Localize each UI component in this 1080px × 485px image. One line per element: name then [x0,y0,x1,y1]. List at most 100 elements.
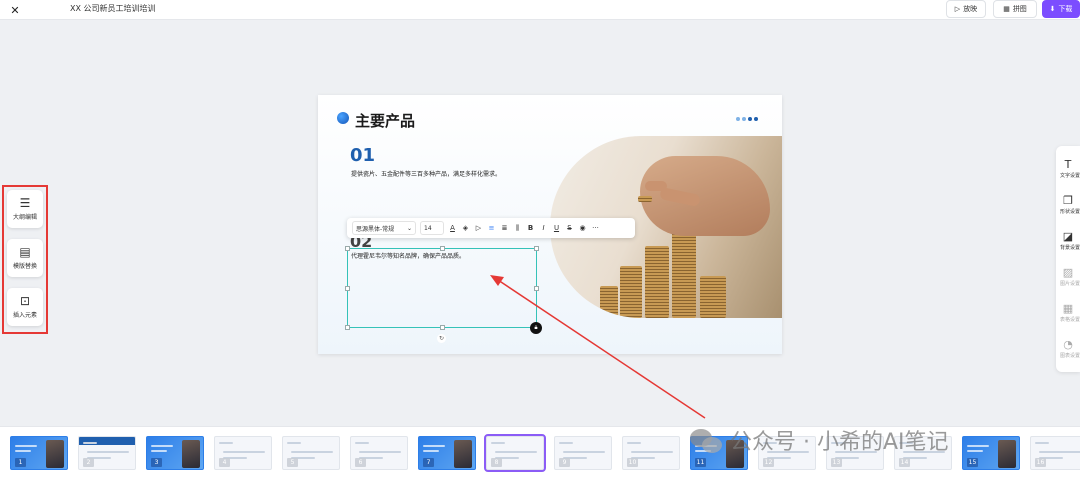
text-direction-icon[interactable]: ⫼ [513,224,522,232]
slide-thumbnail[interactable]: 8 [484,434,546,472]
slide-thumbnail[interactable]: 9 [554,436,612,470]
text-settings-label: 文字设置 [1059,173,1080,179]
slide-thumbnail[interactable]: 5 [282,436,340,470]
close-icon: ✕ [10,3,20,17]
slide-thumbnail[interactable]: 10 [622,436,680,470]
lock-button[interactable]: 🔒︎ [530,322,542,334]
slide-thumbnail[interactable]: 15 [962,436,1020,470]
document-title[interactable]: XX 公司新员工培训培训 [70,3,156,14]
play-button[interactable]: ▷ 放映 [946,0,986,18]
thumbnail-number: 3 [151,458,162,467]
grid-button[interactable]: ▦ 拼图 [993,0,1037,18]
image-icon: ▨ [1062,266,1074,279]
resize-handle[interactable] [534,246,539,251]
image-settings-button[interactable]: ▨ 图片设置 [1056,260,1080,294]
download-button[interactable]: ⬇ 下载 [1042,0,1080,18]
text-icon: T [1064,158,1072,171]
chart-settings-label: 图表设置 [1059,353,1080,359]
strikethrough-icon[interactable]: S [565,224,574,232]
close-button[interactable]: ✕ [4,1,26,19]
watermark-text: 公众号 · 小希的AI笔记 [730,430,949,455]
outline-edit-label: 大纲编辑 [12,214,37,221]
text-format-toolbar: 思源黑体-常规 ⌄ 14 A ◈ ▷ ≡ ≣ ⫼ B I U S ◉ ··· [347,218,635,238]
background-settings-label: 背景设置 [1059,245,1080,251]
left-tool-panel: ☰ 大纲编辑 ▤ 模版替换 ⊡ 插入元素 [2,185,48,334]
font-color-icon[interactable]: A [448,224,457,232]
download-icon: ⬇ [1049,5,1056,13]
wechat-logo-icon [690,425,724,455]
insert-icon: ⊡ [19,294,31,308]
chart-icon: ◔ [1063,338,1073,351]
text-selection-box[interactable] [345,246,539,330]
thumbnail-number: 7 [423,458,434,467]
top-bar: ✕ XX 公司新员工培训培训 ▷ 放映 ▦ 拼图 ⬇ 下载 [0,0,1080,20]
item-1-number[interactable]: 01 [350,145,375,166]
font-family-select[interactable]: 思源黑体-常规 ⌄ [352,221,416,235]
thumbnail-number: 5 [287,458,298,467]
insert-element-button[interactable]: ⊡ 插入元素 [7,288,43,326]
template-replace-button[interactable]: ▤ 模版替换 [7,239,43,277]
thumbnail-number: 14 [899,458,910,467]
resize-handle[interactable] [440,246,445,251]
slide-title[interactable]: 主要产品 [355,110,415,131]
lock-icon: 🔒︎ [534,324,538,331]
thumbnail-number: 2 [83,458,94,467]
thumbnail-number: 9 [559,458,570,467]
thumbnail-number: 15 [967,458,978,467]
insert-element-label: 插入元素 [12,312,37,319]
font-size-input[interactable]: 14 [420,221,444,235]
align-center-icon[interactable]: ≣ [500,224,509,232]
thumbnail-number: 10 [627,458,638,467]
resize-handle[interactable] [345,325,350,330]
grid-label: 拼图 [1012,5,1027,13]
slide-thumbnail[interactable]: 2 [78,436,136,470]
slide-thumbnail[interactable]: 7 [418,436,476,470]
table-settings-label: 表格设置 [1059,317,1080,323]
italic-icon[interactable]: I [539,224,548,232]
thumbnail-number: 8 [491,458,502,467]
table-settings-button[interactable]: ▦ 表格设置 [1056,296,1080,330]
thumbnail-number: 16 [1035,458,1046,467]
decoration-dots [736,117,758,121]
template-replace-label: 模版替换 [12,263,37,270]
thumbnail-number: 12 [763,458,774,467]
align-left-icon[interactable]: ≡ [487,224,496,232]
thumbnail-number: 1 [15,458,26,467]
slide-thumbnail[interactable]: 1 [10,436,68,470]
rotate-handle[interactable]: ↻ [437,334,446,343]
thumbnail-number: 4 [219,458,230,467]
rotate-icon: ↻ [438,335,445,342]
highlight-icon[interactable]: ▷ [474,224,483,232]
font-size-value: 14 [424,224,432,232]
item-1-text[interactable]: 提供瓷片、五金配件等三百多种产品，满足多样化需求。 [351,169,501,178]
resize-handle[interactable] [534,286,539,291]
table-icon: ▦ [1062,302,1074,315]
outline-edit-button[interactable]: ☰ 大纲编辑 [7,190,43,228]
slide-thumbnail[interactable]: 3 [146,436,204,470]
slide-thumbnail[interactable]: 6 [350,436,408,470]
grid-icon: ▦ [1003,5,1010,13]
resize-handle[interactable] [345,286,350,291]
chart-settings-button[interactable]: ◔ 图表设置 [1056,332,1080,366]
background-settings-button[interactable]: ◪ 背景设置 [1056,224,1080,258]
shape-settings-button[interactable]: ❐ 形状设置 [1056,188,1080,222]
download-label: 下载 [1058,5,1073,13]
underline-icon[interactable]: U [552,224,561,232]
slide-thumbnail[interactable]: 16 [1030,436,1080,470]
more-icon[interactable]: ··· [591,224,600,232]
play-icon: ▷ [954,5,961,13]
text-settings-button[interactable]: T 文字设置 [1056,152,1080,186]
play-label: 放映 [963,5,978,13]
layer-icon[interactable]: ◉ [578,224,587,232]
slide-thumbnail[interactable]: 4 [214,436,272,470]
chevron-down-icon: ⌄ [406,224,412,232]
shape-settings-label: 形状设置 [1059,209,1080,215]
thumbnail-number: 13 [831,458,842,467]
fill-color-icon[interactable]: ◈ [461,224,470,232]
resize-handle[interactable] [345,246,350,251]
bold-icon[interactable]: B [526,224,535,232]
image-settings-label: 图片设置 [1059,281,1080,287]
outline-icon: ☰ [19,196,31,210]
right-tool-panel: T 文字设置 ❐ 形状设置 ◪ 背景设置 ▨ 图片设置 ▦ 表格设置 ◔ 图表设… [1056,146,1080,372]
resize-handle[interactable] [440,325,445,330]
